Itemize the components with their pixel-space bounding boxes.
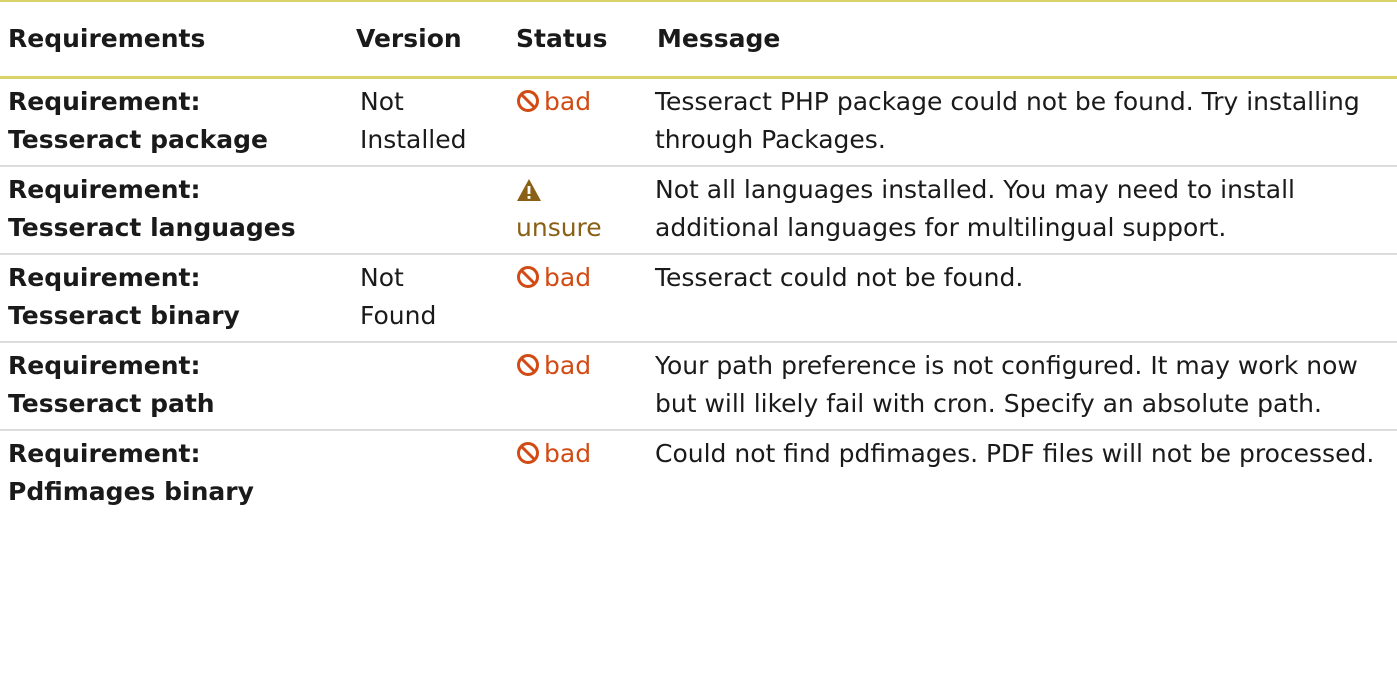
table-row: Requirement: Tesseract binary Not Found … (0, 252, 1397, 342)
requirement-label: Requirement: (8, 350, 201, 380)
column-header-message[interactable]: Message (651, 2, 1397, 79)
requirement-title: Tesseract package (8, 124, 269, 154)
requirement-message: Not all languages installed. You may nee… (651, 164, 1397, 254)
status-label: bad (544, 262, 592, 292)
ban-icon (516, 86, 540, 124)
table-row: Requirement: Tesseract package Not Insta… (0, 77, 1397, 166)
requirement-version (348, 340, 508, 430)
requirement-name: Requirement: Pdfimages binary (0, 428, 348, 517)
requirement-version: Not Found (348, 252, 508, 342)
table-row: Requirement: Tesseract path bad Your pat… (0, 340, 1397, 430)
requirement-message: Tesseract PHP package could not be found… (655, 86, 1360, 154)
ban-icon (516, 350, 540, 388)
requirement-title: Tesseract path (8, 388, 215, 418)
requirement-version: Not Installed (348, 77, 508, 166)
requirement-label: Requirement: (8, 174, 201, 204)
column-header-status[interactable]: Status (508, 2, 651, 79)
version-line: Not (360, 86, 404, 116)
requirement-status: unsure (508, 164, 651, 254)
requirement-version (348, 428, 508, 517)
status-badge: bad (516, 435, 591, 476)
warning-icon (516, 171, 602, 209)
status-label: bad (544, 350, 592, 380)
requirement-label: Requirement: (8, 86, 201, 116)
requirements-table: Requirements Version Status Message Requ… (0, 2, 1397, 517)
version-line: Installed (360, 124, 467, 154)
requirement-title: Tesseract binary (8, 300, 240, 330)
requirement-message: Could not find pdfimages. PDF files will… (651, 428, 1397, 517)
requirement-name: Requirement: Tesseract binary (0, 252, 348, 342)
requirement-title: Tesseract languages (8, 212, 296, 242)
version-line: Found (360, 300, 437, 330)
status-badge: unsure (516, 171, 602, 247)
requirements-panel: Requirements Version Status Message Requ… (0, 0, 1397, 689)
requirement-label: Requirement: (8, 262, 201, 292)
requirement-message: Tesseract could not be found. (651, 252, 1397, 342)
status-label: bad (544, 86, 592, 116)
requirement-status: bad (508, 77, 651, 166)
ban-icon (516, 438, 540, 476)
status-badge: bad (516, 259, 591, 300)
column-header-version[interactable]: Version (348, 2, 508, 79)
requirement-message: Your path preference is not configured. … (651, 340, 1397, 430)
requirement-status: bad (508, 428, 651, 517)
status-badge: bad (516, 83, 591, 124)
ban-icon (516, 262, 540, 300)
status-label: unsure (516, 212, 602, 242)
table-header-row: Requirements Version Status Message (0, 2, 1397, 79)
table-row: Requirement: Tesseract languages unsure (0, 164, 1397, 254)
status-badge: bad (516, 347, 591, 388)
requirement-status: bad (508, 340, 651, 430)
table-row: Requirement: Pdfimages binary bad Could … (0, 428, 1397, 517)
column-header-requirements[interactable]: Requirements (0, 2, 348, 79)
requirement-version (348, 164, 508, 254)
requirement-title: Pdfimages binary (8, 476, 254, 506)
version-line: Not (360, 262, 404, 292)
requirement-name: Requirement: Tesseract package (0, 77, 348, 166)
requirement-name: Requirement: Tesseract path (0, 340, 348, 430)
requirement-status: bad (508, 252, 651, 342)
requirement-label: Requirement: (8, 438, 201, 468)
status-label: bad (544, 438, 592, 468)
requirement-name: Requirement: Tesseract languages (0, 164, 348, 254)
